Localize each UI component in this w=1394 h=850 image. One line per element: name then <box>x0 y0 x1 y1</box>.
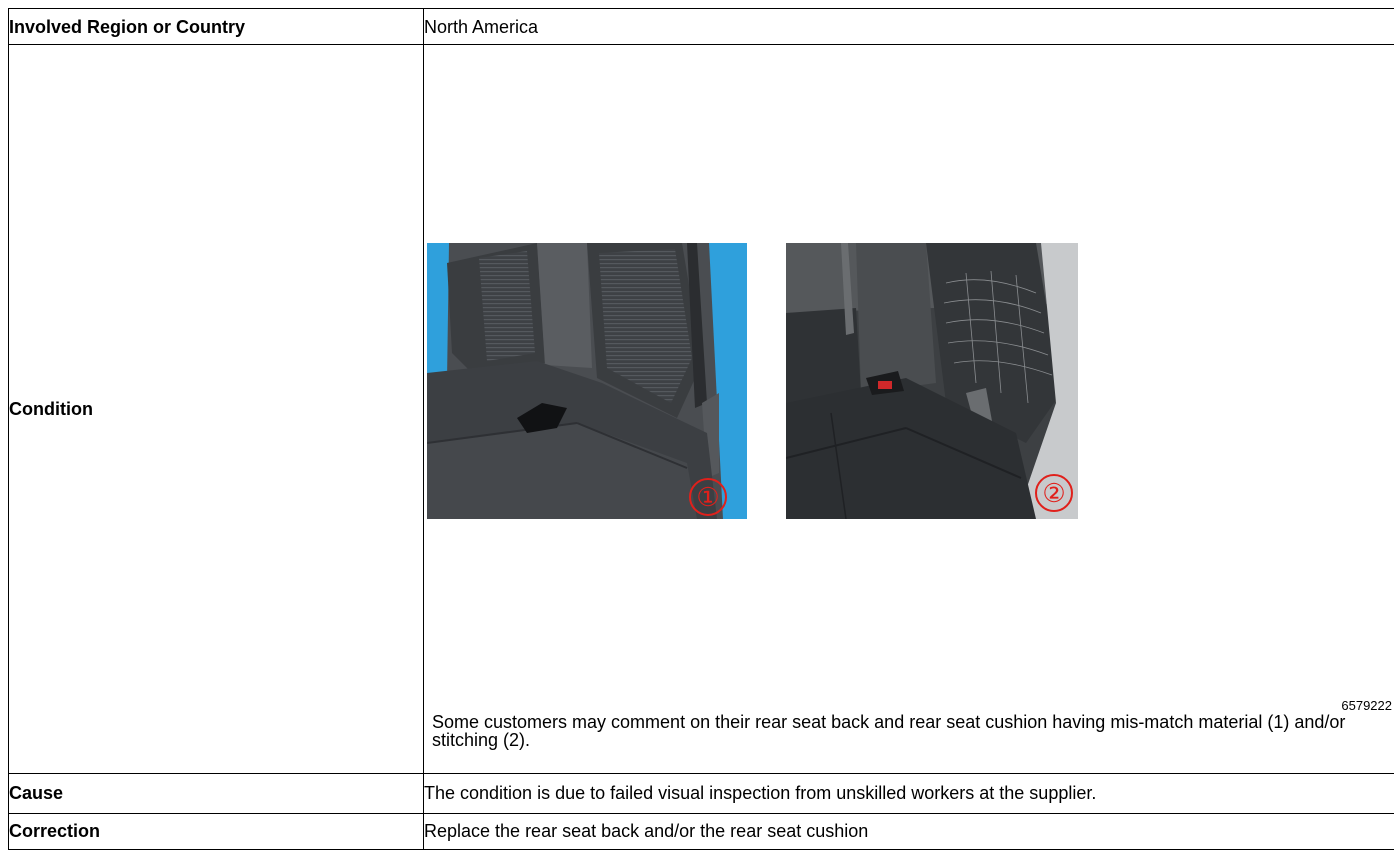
marker-2-icon: ② <box>1035 474 1073 513</box>
svg-text:②: ② <box>1042 479 1065 508</box>
marker-1-icon: ① <box>689 478 727 517</box>
cause-row: Cause The condition is due to failed vis… <box>8 773 1394 814</box>
condition-row: Condition ① ② 6579222 Some customers may… <box>8 44 1394 775</box>
figure-id: 6579222 <box>1341 698 1392 714</box>
condition-cell: ① ② 6579222 Some customers may comment o… <box>423 44 1394 775</box>
cause-value: The condition is due to failed visual in… <box>423 773 1394 814</box>
region-row: Involved Region or Country North America <box>8 7 1394 46</box>
correction-value: Replace the rear seat back and/or the re… <box>423 812 1394 850</box>
correction-label: Correction <box>8 812 424 850</box>
condition-figure: ① ② <box>424 243 1394 520</box>
region-label: Involved Region or Country <box>8 7 424 46</box>
condition-label: Condition <box>8 44 424 775</box>
correction-row: Correction Replace the rear seat back an… <box>8 812 1394 850</box>
region-value: North America <box>423 7 1394 46</box>
cause-label: Cause <box>8 773 424 814</box>
bulletin-table: Involved Region or Country North America… <box>8 7 1394 850</box>
svg-text:①: ① <box>696 483 719 512</box>
condition-text: Some customers may comment on their rear… <box>432 712 1346 751</box>
